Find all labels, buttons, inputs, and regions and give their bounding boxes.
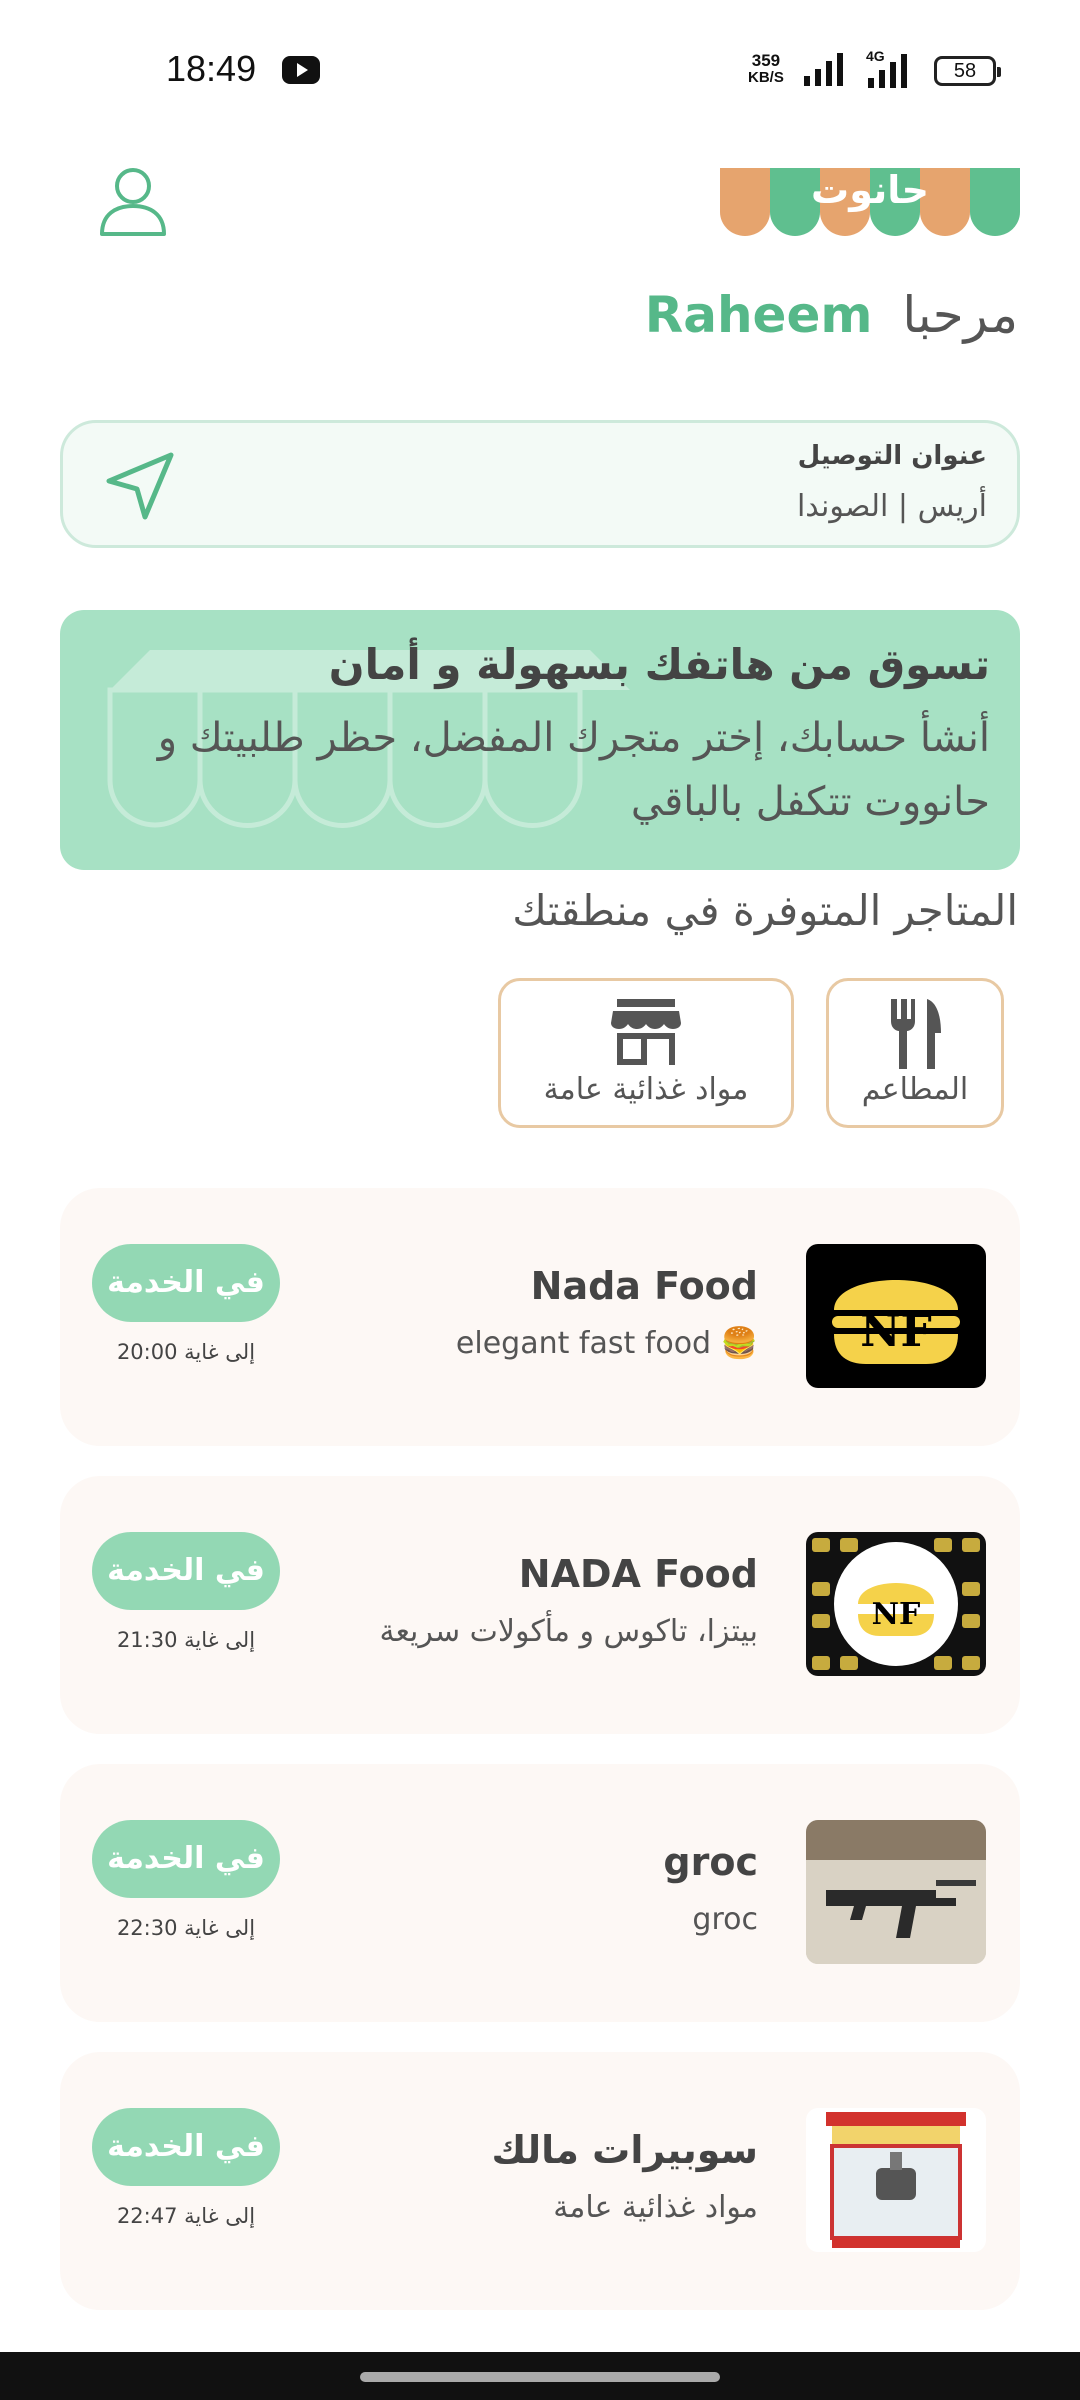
- battery-icon: 58: [934, 56, 1001, 86]
- store-name: groc: [663, 1840, 758, 1884]
- delivery-address-selector[interactable]: عنوان التوصيل أريس | الصوندا: [60, 420, 1020, 548]
- store-logo-nf-pattern: NF: [806, 1532, 986, 1676]
- category-grocery[interactable]: مواد غذائية عامة: [498, 978, 794, 1128]
- promo-banner: تسوق من هاتفك بسهولة و أمان أنشأ حسابك، …: [60, 610, 1020, 870]
- category-label: مواد غذائية عامة: [543, 1072, 749, 1107]
- network-speed: 359 KB/S: [748, 52, 784, 86]
- network-speed-unit: KB/S: [748, 69, 784, 86]
- store-description: مواد غذائية عامة: [553, 2190, 758, 2225]
- store-logo-nf-burger: NF: [806, 1244, 986, 1388]
- category-restaurants[interactable]: المطاعم: [826, 978, 1004, 1128]
- status-badge: في الخدمة: [92, 1244, 280, 1322]
- user-name: Raheem: [644, 286, 873, 344]
- store-photo-groc: [806, 1820, 986, 1964]
- system-navigation-bar: [0, 2352, 1080, 2400]
- store-hours: إلى غاية 20:00: [116, 1340, 256, 1364]
- address-value: أريس | الصوندا: [796, 489, 987, 524]
- youtube-notification-icon: [282, 56, 320, 84]
- address-title: عنوان التوصيل: [797, 441, 987, 471]
- location-arrow-icon: [106, 452, 174, 520]
- store-name: Nada Food: [530, 1264, 758, 1308]
- status-badge: في الخدمة: [92, 1820, 280, 1898]
- home-indicator[interactable]: [360, 2372, 720, 2382]
- store-description: groc: [692, 1902, 758, 1937]
- section-title: المتاجر المتوفرة في منطقتك: [512, 886, 1018, 935]
- store-photo-popcorn-machine: [806, 2108, 986, 2252]
- store-hours: إلى غاية 22:47: [116, 2204, 256, 2228]
- store-hours: إلى غاية 21:30: [116, 1628, 256, 1652]
- store-card[interactable]: سوبيرات مالك مواد غذائية عامة في الخدمة …: [60, 2052, 1020, 2310]
- banner-title: تسوق من هاتفك بسهولة و أمان: [328, 640, 990, 689]
- store-name: سوبيرات مالك: [491, 2128, 758, 2172]
- store-card[interactable]: groc groc في الخدمة إلى غاية 22:30: [60, 1764, 1020, 2022]
- store-card[interactable]: NF Nada Food 🍔 elegant fast food في الخد…: [60, 1188, 1020, 1446]
- store-name: NADA Food: [518, 1552, 758, 1596]
- greeting: مرحبا Raheem: [645, 286, 1018, 344]
- svg-text:NF: NF: [860, 1306, 931, 1357]
- signal-icon: [804, 53, 843, 86]
- status-bar: 18:49 359 KB/S 4G 58: [0, 0, 1080, 140]
- store-card[interactable]: NF NADA Food بيتزا، تاكوس و مأكولات سريع…: [60, 1476, 1020, 1734]
- banner-subtitle: أنشأ حسابك، إختر متجرك المفضل، حظر طلبيت…: [157, 715, 990, 825]
- network-speed-value: 359: [751, 51, 781, 70]
- store-description: 🍔 elegant fast food: [455, 1326, 758, 1361]
- svg-text:NF: NF: [872, 1597, 921, 1632]
- app-logo: حانوت: [720, 168, 1020, 236]
- status-badge: في الخدمة: [92, 1532, 280, 1610]
- store-description: بيتزا، تاكوس و مأكولات سريعة: [379, 1614, 759, 1649]
- profile-icon[interactable]: [98, 166, 168, 238]
- greeting-word: مرحبا: [902, 286, 1018, 344]
- category-label: المطاعم: [861, 1072, 969, 1107]
- logo-text: حانوت: [811, 168, 929, 212]
- storefront-icon: [611, 999, 681, 1065]
- store-hours: إلى غاية 22:30: [116, 1916, 256, 1940]
- status-time: 18:49: [166, 48, 257, 89]
- status-badge: في الخدمة: [92, 2108, 280, 2186]
- 4g-signal-icon: 4G: [858, 48, 920, 88]
- fork-knife-icon: [891, 999, 941, 1069]
